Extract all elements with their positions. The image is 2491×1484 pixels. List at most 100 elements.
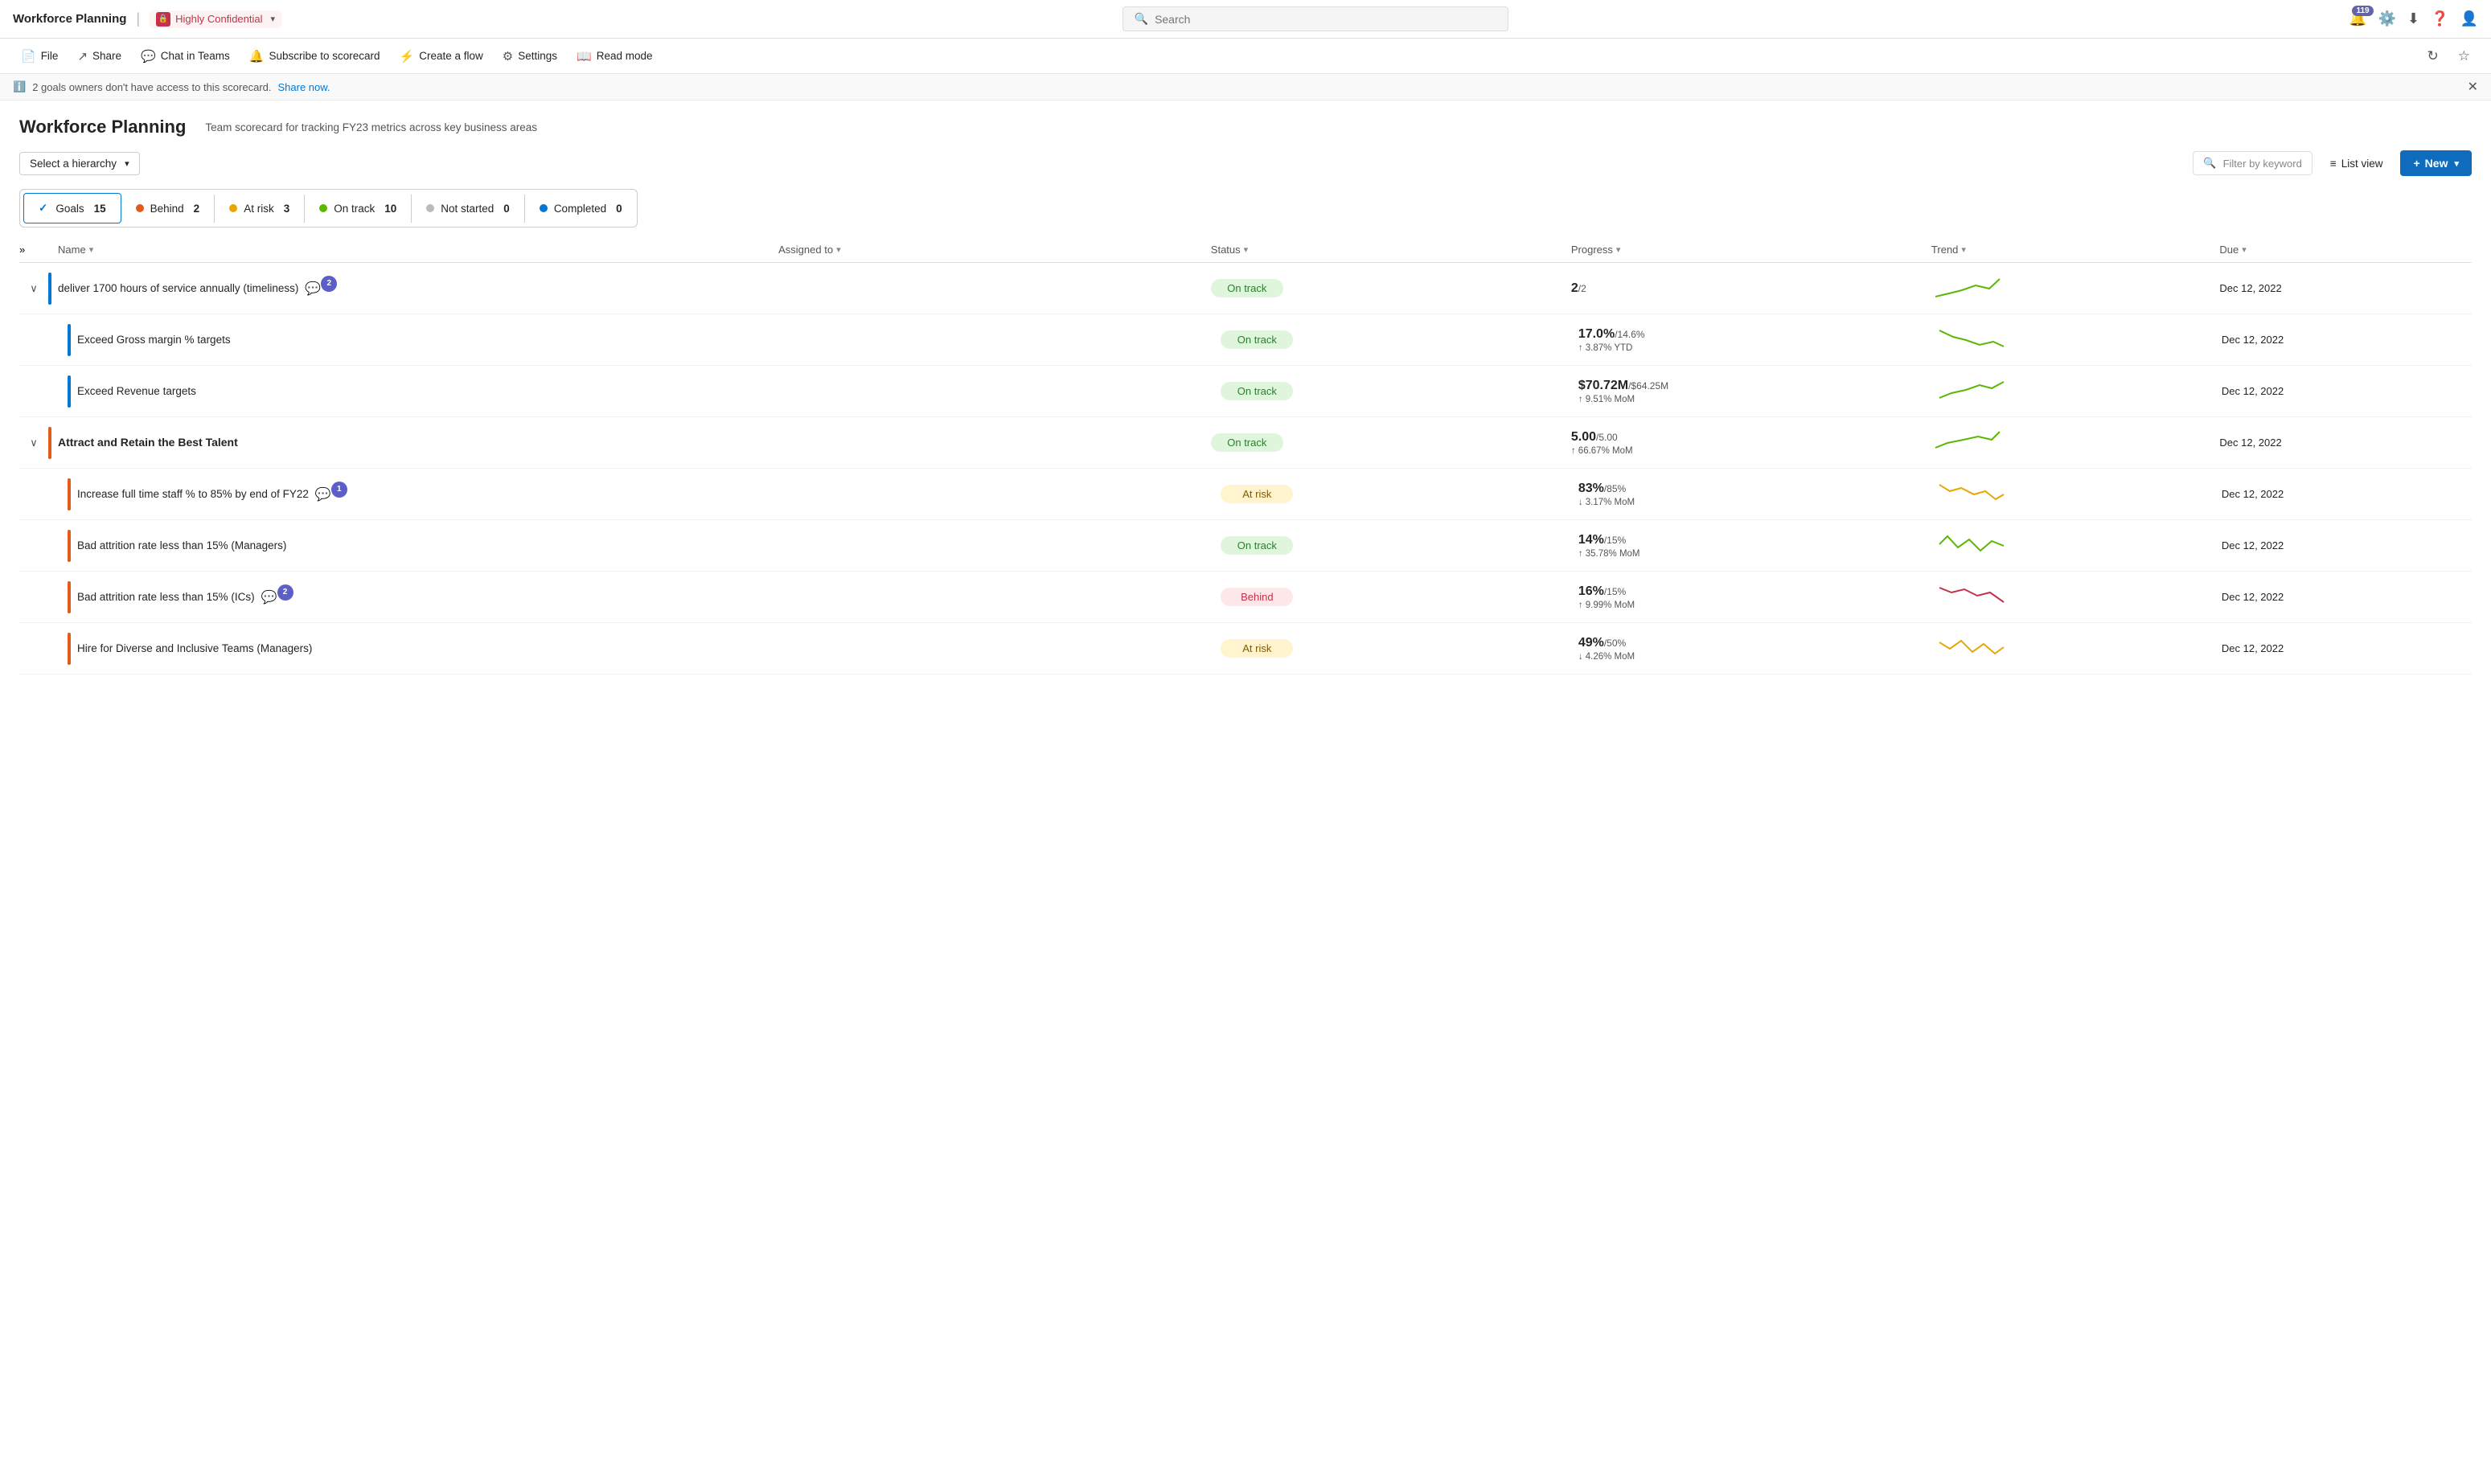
create-flow-button[interactable]: ⚡ Create a flow (392, 44, 491, 68)
table-row[interactable]: ∨ Bad attrition rate less than 15% (Mana… (19, 520, 2472, 572)
alert-share-link[interactable]: Share now. (278, 81, 330, 93)
confidential-label: Highly Confidential (175, 13, 262, 25)
file-label: File (41, 50, 59, 62)
status-pill: At risk (1221, 639, 1293, 658)
table-row[interactable]: ∨ Bad attrition rate less than 15% (ICs)… (19, 572, 2472, 623)
th-status-label: Status (1211, 244, 1241, 256)
th-due[interactable]: Due ▾ (2219, 244, 2472, 256)
table-row[interactable]: ∨ Increase full time staff % to 85% by e… (19, 469, 2472, 520)
share-people-button[interactable]: 👤 (2460, 10, 2478, 27)
table-row[interactable]: ∨ Hire for Diverse and Inclusive Teams (… (19, 623, 2472, 674)
progress-sub: /2 (1578, 283, 1586, 294)
status-pill: At risk (1221, 485, 1293, 503)
table-header: » Name ▾ Assigned to ▾ Status ▾ Progress… (19, 237, 2472, 263)
row-due: Dec 12, 2022 (2222, 334, 2472, 346)
progress-main: 17.0% (1578, 327, 1615, 341)
search-bar[interactable]: 🔍 (1122, 6, 1508, 31)
status-completed[interactable]: Completed 0 (525, 195, 637, 223)
filter-search-icon: 🔍 (2203, 157, 2216, 170)
row-name-col: Increase full time staff % to 85% by end… (77, 486, 792, 502)
row-due: Dec 12, 2022 (2222, 591, 2472, 603)
th-name[interactable]: Name ▾ (58, 244, 778, 256)
row-expand-button[interactable]: ∨ (27, 281, 41, 297)
top-bar: Workforce Planning | 🔒 Highly Confidenti… (0, 0, 2491, 39)
confidential-badge[interactable]: 🔒 Highly Confidential ▾ (150, 10, 281, 28)
filter-input-container[interactable]: 🔍 Filter by keyword (2193, 151, 2312, 175)
row-status: On track (1211, 279, 1571, 297)
table-row[interactable]: ∨ Attract and Retain the Best Talent On … (19, 417, 2472, 469)
progress-value: 83%/85% (1578, 482, 1935, 496)
top-bar-left: Workforce Planning | 🔒 Highly Confidenti… (13, 10, 281, 28)
settings-icon-button[interactable]: ⚙️ (2378, 10, 2396, 27)
help-button[interactable]: ❓ (2431, 10, 2448, 27)
row-due: Dec 12, 2022 (2222, 539, 2472, 551)
status-pill: On track (1221, 330, 1293, 349)
top-bar-right: 🔔 119 ⚙️ ⬇ ❓ 👤 (2349, 10, 2478, 27)
th-assigned-label: Assigned to (778, 244, 833, 256)
status-pill: On track (1221, 382, 1293, 400)
file-button[interactable]: 📄 File (13, 44, 66, 68)
download-button[interactable]: ⬇ (2407, 10, 2419, 27)
row-due: Dec 12, 2022 (2222, 488, 2472, 500)
expand-all-button[interactable]: » (19, 244, 25, 256)
filter-placeholder: Filter by keyword (2223, 158, 2302, 170)
row-progress: 2/2 (1571, 281, 1931, 296)
th-trend[interactable]: Trend ▾ (1931, 244, 2219, 256)
comment-icon[interactable]: 💬 (261, 589, 277, 605)
flow-label: Create a flow (419, 50, 483, 62)
notifications-button[interactable]: 🔔 119 (2349, 10, 2366, 27)
th-status[interactable]: Status ▾ (1211, 244, 1571, 256)
row-expand-button[interactable]: ∨ (27, 435, 41, 451)
comment-icon[interactable]: 💬 (305, 281, 321, 297)
row-status: On track (1211, 433, 1571, 452)
new-button[interactable]: + New ▾ (2400, 150, 2472, 176)
th-progress-sort-icon: ▾ (1616, 244, 1621, 255)
th-progress[interactable]: Progress ▾ (1571, 244, 1931, 256)
row-progress: 14%/15% ↑ 35.78% MoM (1578, 533, 1935, 559)
refresh-button[interactable]: ↻ (2419, 43, 2447, 69)
settings-button[interactable]: ⚙ Settings (495, 44, 565, 68)
status-goals[interactable]: ✓ Goals 15 (23, 193, 121, 223)
status-atrisk[interactable]: At risk 3 (215, 195, 305, 223)
th-due-sort-icon: ▾ (2242, 244, 2247, 255)
status-ontrack[interactable]: On track 10 (305, 195, 412, 223)
favorite-button[interactable]: ☆ (2450, 43, 2478, 69)
notifications-badge: 119 (2352, 6, 2373, 16)
list-view-button[interactable]: ≡ List view (2322, 153, 2391, 174)
row-progress: 5.00/5.00 ↑ 66.67% MoM (1571, 430, 1931, 456)
row-indent: ∨ (19, 332, 48, 348)
th-assigned[interactable]: Assigned to ▾ (778, 244, 1211, 256)
hierarchy-select-button[interactable]: Select a hierarchy ▾ (19, 152, 140, 175)
row-progress: $70.72M/$64.25M ↑ 9.51% MoM (1578, 379, 1935, 404)
search-input[interactable] (1155, 13, 1496, 26)
share-button[interactable]: ↗ Share (69, 44, 129, 68)
row-status: On track (1221, 330, 1578, 349)
row-name-text: Hire for Diverse and Inclusive Teams (Ma… (77, 642, 312, 656)
alert-close-button[interactable]: ✕ (2468, 79, 2478, 95)
progress-main: 49% (1578, 636, 1604, 650)
new-chevron-icon: ▾ (2454, 158, 2459, 169)
row-color-bar (48, 273, 51, 305)
row-trend (1931, 425, 2219, 460)
row-due: Dec 12, 2022 (2222, 385, 2472, 397)
notstarted-label: Not started (441, 203, 494, 215)
status-behind[interactable]: Behind 2 (121, 195, 215, 223)
status-pill: On track (1221, 536, 1293, 555)
row-due: Dec 12, 2022 (2219, 282, 2472, 294)
chat-teams-button[interactable]: 💬 Chat in Teams (133, 44, 238, 68)
search-icon: 🔍 (1135, 12, 1148, 26)
table-row[interactable]: ∨ Exceed Revenue targets On track $70.72… (19, 366, 2472, 417)
table-row[interactable]: ∨ Exceed Gross margin % targets On track… (19, 314, 2472, 366)
subscribe-button[interactable]: 🔔 Subscribe to scorecard (241, 44, 388, 68)
row-due: Dec 12, 2022 (2222, 642, 2472, 654)
read-mode-button[interactable]: 📖 Read mode (568, 44, 660, 68)
status-pill: Behind (1221, 588, 1293, 606)
comment-icon[interactable]: 💬 (315, 486, 331, 502)
progress-value: 5.00/5.00 (1571, 430, 1931, 445)
row-color-bar (48, 427, 51, 459)
row-indent: ∨ (19, 538, 48, 554)
table-row[interactable]: ∨ deliver 1700 hours of service annually… (19, 263, 2472, 314)
status-notstarted[interactable]: Not started 0 (412, 195, 525, 223)
chat-label: Chat in Teams (161, 50, 230, 62)
row-color-bar (68, 324, 71, 356)
